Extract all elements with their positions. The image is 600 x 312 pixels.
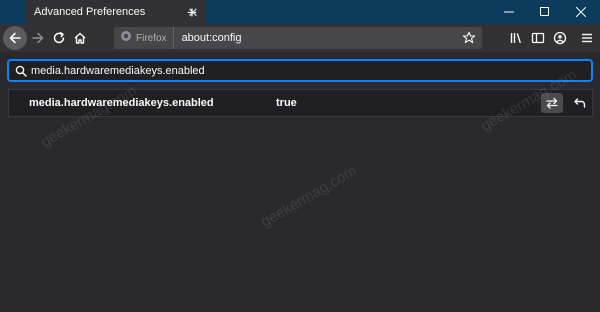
reset-icon	[573, 97, 587, 109]
menu-icon[interactable]	[576, 27, 598, 49]
close-icon[interactable]	[563, 0, 599, 24]
identity-label: Firefox	[136, 32, 167, 44]
site-identity[interactable]: Firefox	[114, 27, 174, 49]
tab-advanced-preferences[interactable]: Advanced Preferences ✕	[26, 0, 206, 24]
forward-icon[interactable]	[27, 27, 49, 49]
toggle-button[interactable]	[541, 93, 563, 113]
tab-title: Advanced Preferences	[34, 6, 146, 18]
preference-value: true	[276, 97, 297, 109]
search-icon	[15, 65, 27, 77]
preference-row[interactable]: media.hardwaremediakeys.enabled true	[8, 89, 593, 117]
library-icon[interactable]	[505, 27, 527, 49]
reload-icon[interactable]	[48, 27, 70, 49]
firefox-icon	[120, 29, 132, 47]
url-text[interactable]: about:config	[182, 32, 460, 44]
minimize-icon[interactable]	[491, 0, 527, 24]
url-bar[interactable]: Firefox about:config	[114, 27, 482, 49]
preference-name: media.hardwaremediakeys.enabled	[29, 97, 214, 109]
sidebar-icon[interactable]	[527, 27, 549, 49]
navigation-toolbar: Firefox about:config	[0, 24, 600, 52]
account-icon[interactable]	[549, 27, 571, 49]
maximize-icon[interactable]	[527, 0, 563, 24]
toggle-icon	[545, 97, 559, 109]
search-input[interactable]	[27, 61, 591, 80]
bookmark-star-icon[interactable]	[460, 29, 478, 47]
reset-button[interactable]	[569, 93, 591, 113]
home-icon[interactable]	[69, 27, 91, 49]
about-config-page: media.hardwaremediakeys.enabled true	[0, 52, 600, 312]
preference-search-box[interactable]	[7, 59, 593, 82]
back-icon[interactable]	[3, 26, 27, 50]
tab-strip: Advanced Preferences ✕ +	[0, 0, 600, 24]
new-tab-icon[interactable]: +	[182, 2, 202, 22]
